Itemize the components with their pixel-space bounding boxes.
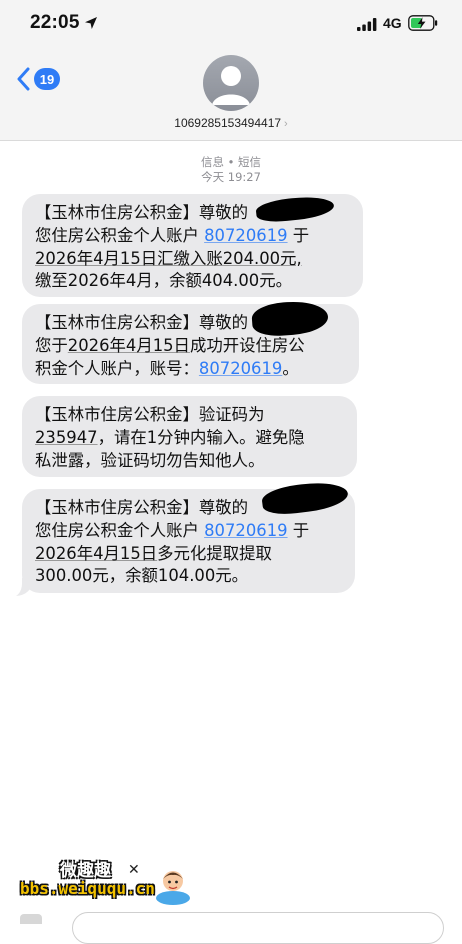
message-text: 您于 [35,335,68,355]
message-line: 【玉林市住房公积金】验证码为 [35,404,345,427]
status-bar: 22:05 4G [0,0,462,50]
chevron-right-icon: › [284,118,288,130]
message-line: 2026年4月15日多元化提取提取 [35,543,343,566]
message-text: 于 [287,520,310,540]
message-text: 您住房公积金个人账户 [35,225,205,245]
camera-icon[interactable] [20,914,42,924]
date-link[interactable]: 2026年4月15日 [68,336,190,355]
network-type: 4G [383,15,402,31]
mascot-icon [156,871,190,905]
account-number-link[interactable]: 80720619 [204,521,287,540]
message-text: 【玉林市住房公积金】尊敬的 [35,313,249,332]
verification-code[interactable]: 235947 [35,428,98,447]
message-input[interactable] [72,912,444,944]
account-number-link[interactable]: 80720619 [204,226,287,245]
conversation-header: 19 1069285153494417 › [0,50,462,141]
message-line: 300.00元，余额104.00元。 [35,565,343,588]
message-text: 积金个人账户，账号： [35,358,199,378]
account-number-link[interactable]: 80720619 [199,359,282,378]
contact-name[interactable]: 1069285153494417 › [0,116,462,130]
message-line: 2026年4月15日汇缴入账204.00元, [35,248,351,271]
message-text: 于 [287,225,310,245]
message-text: 。 [282,358,299,378]
message-text: 缴至2026年4月，余额404.00元。 [35,271,293,291]
service-label: 信息 • 短信 [200,155,262,169]
message-line: 积金个人账户，账号：80720619。 [35,358,347,381]
message-text: ，请在1分钟内输入。避免隐 [97,427,305,447]
date-link[interactable]: 2026年4月15日汇缴入账204.00元, [35,249,302,268]
battery-charging-icon [408,15,438,31]
location-arrow-icon [85,17,97,29]
message-text: 您住房公积金个人账户 [35,520,205,540]
message-bubble[interactable]: 【玉林市住房公积金】验证码为 235947，请在1分钟内输入。避免隐 私泄露，验… [22,396,357,477]
message-text: 【玉林市住房公积金】尊敬的 [35,203,249,222]
message-line: 缴至2026年4月，余额404.00元。 [35,270,351,293]
signal-icon [357,18,377,31]
unread-count-badge: 19 [34,68,60,90]
watermark-url: bbs.weiququ.cn [20,879,155,898]
message-text: 【玉林市住房公积金】验证码为 [35,405,265,424]
contact-number: 1069285153494417 [174,116,282,130]
message-line: 您住房公积金个人账户 80720619 于 [35,225,351,248]
back-chevron-icon [17,67,30,91]
message-text: 成功开设住房公 [189,335,305,355]
date-link[interactable]: 2026年4月15日 [35,544,157,563]
watermark-title: 微趣趣 [60,861,111,881]
contact-avatar[interactable] [203,55,259,111]
watermark-mark: ✕ [128,862,140,878]
back-button[interactable]: 19 [16,67,60,91]
person-avatar-icon [212,66,250,105]
message-timestamp: 今天 19:27 [201,170,261,184]
message-text: 多元化提取提取 [157,543,272,563]
message-text: 300.00元，余额104.00元。 [35,566,249,586]
message-text: 私泄露，验证码切勿告知他人。 [35,450,265,470]
message-line: 您于2026年4月15日成功开设住房公 [35,335,347,358]
message-line: 235947，请在1分钟内输入。避免隐 [35,427,345,450]
message-text: 【玉林市住房公积金】尊敬的 [35,498,249,517]
status-time: 22:05 [30,12,80,33]
message-line: 私泄露，验证码切勿告知他人。 [35,450,345,473]
message-line: 您住房公积金个人账户 80720619 于 [35,520,343,543]
